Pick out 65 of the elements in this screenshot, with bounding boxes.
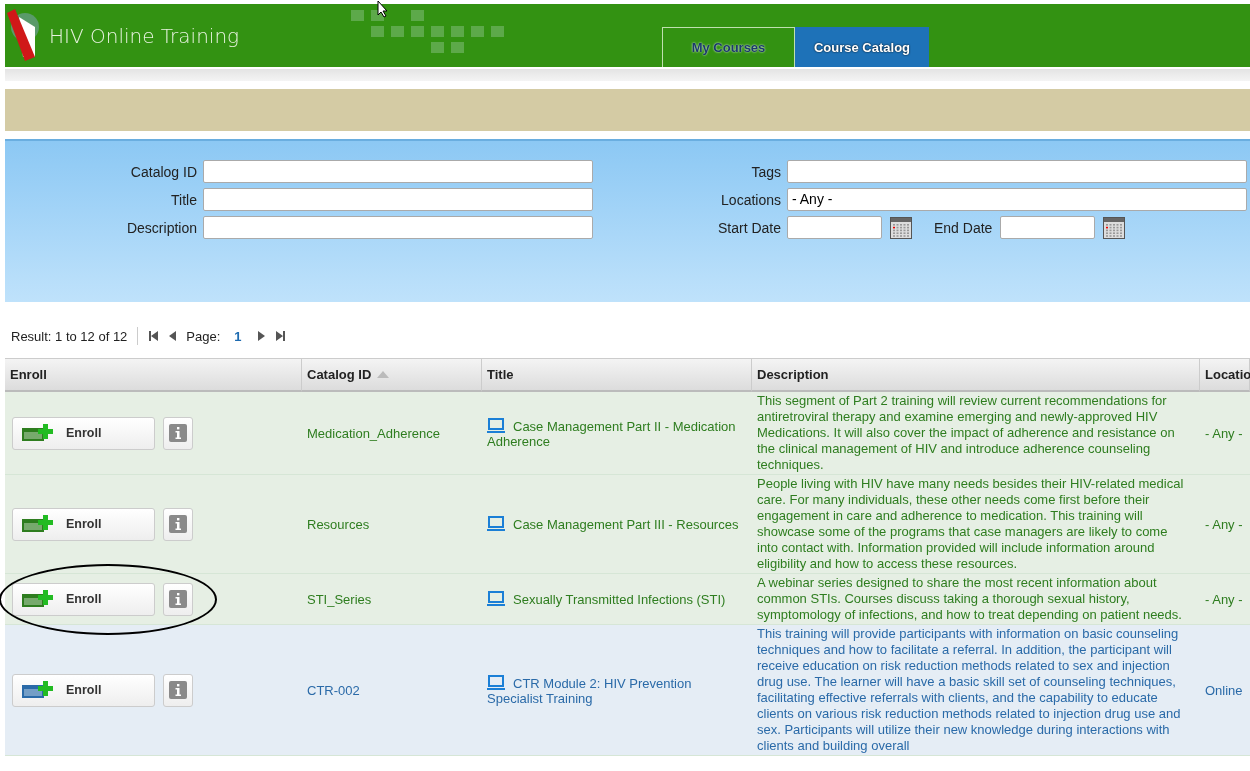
info-button[interactable] xyxy=(163,416,193,450)
field-label: Start Date xyxy=(716,219,781,236)
location: - Any - xyxy=(1205,516,1243,532)
course-description: This segment of Part 2 training will review current recommendations for antiretroviral therapy and examine emerging and newly-approved HIV Medications. It will also cover the impact of adherence and resistance on the clinical management of HIV and introduce adherence counseling techniques. xyxy=(757,393,1176,473)
catalog-id: Resources xyxy=(307,516,370,532)
date-field[interactable] xyxy=(1000,216,1096,239)
column-label: Locatio xyxy=(1205,367,1250,382)
add-window-icon xyxy=(21,515,54,533)
text-field[interactable] xyxy=(203,188,593,211)
catalog-id: CTR-002 xyxy=(307,682,360,698)
info-button[interactable] xyxy=(163,507,193,541)
nav-tab[interactable]: Course Catalog xyxy=(795,27,929,67)
column-label: Enroll xyxy=(10,367,47,382)
calendar-icon[interactable] xyxy=(1103,216,1126,239)
laptop-icon xyxy=(487,516,505,532)
calendar-icon[interactable] xyxy=(890,216,912,239)
enroll-button[interactable]: Enroll xyxy=(12,673,155,707)
text-field[interactable] xyxy=(203,160,593,183)
previous-page-icon[interactable] xyxy=(167,331,179,341)
field-label: Title xyxy=(170,191,197,208)
info-icon xyxy=(169,590,187,608)
page-number[interactable]: 1 xyxy=(234,328,242,344)
site-title: HIV Online Training xyxy=(49,23,240,48)
enroll-button[interactable]: Enroll xyxy=(12,507,155,541)
laptop-icon xyxy=(487,591,505,607)
cursor-icon xyxy=(377,0,389,18)
course-description: A webinar series designed to share the most recent information about common STIs. Courses discuss taking a thorough sexual history, symptomology of infections, and how to treat depending on patient needs. xyxy=(757,575,1183,623)
text-field[interactable] xyxy=(787,160,1247,183)
first-page-icon[interactable] xyxy=(148,331,160,341)
catalog-id: Medication_Adherence xyxy=(307,425,440,441)
locations-select[interactable]: - Any - xyxy=(787,188,1247,211)
column-label: Title xyxy=(487,367,514,382)
result-count: Result: 1 to 12 of 12 xyxy=(11,328,128,344)
info-button[interactable] xyxy=(163,673,193,707)
location: Online xyxy=(1205,682,1243,698)
enroll-button[interactable]: Enroll xyxy=(12,416,155,450)
text-field[interactable] xyxy=(203,216,593,239)
laptop-icon xyxy=(487,417,505,434)
page-label: Page: xyxy=(186,328,221,344)
laptop-icon xyxy=(487,674,505,691)
course-description: People living with HIV have many needs besides their HIV-related medical care. For many individuals, these other needs come first before their engagement in care and adherence to medication. This training will showcase some of the programs that case managers are likely to come into contact with. Information provided will include information around eligibility and how to access these resources. xyxy=(757,476,1185,572)
field-label: Catalog ID xyxy=(129,163,197,180)
info-icon xyxy=(169,681,187,699)
field-label: Locations xyxy=(720,191,781,208)
field-label: End Date xyxy=(934,219,993,236)
field-label: Tags xyxy=(750,163,781,180)
next-page-icon[interactable] xyxy=(255,331,267,341)
info-icon xyxy=(169,515,187,533)
enroll-button[interactable]: Enroll xyxy=(12,582,155,616)
column-label: Catalog ID xyxy=(307,367,372,382)
info-button[interactable] xyxy=(163,582,193,616)
add-window-icon xyxy=(21,424,54,442)
column-label: Description xyxy=(757,367,829,382)
last-page-icon[interactable] xyxy=(274,331,286,341)
catalog-id: STI_Series xyxy=(307,591,372,607)
info-icon xyxy=(169,424,187,442)
location: - Any - xyxy=(1205,425,1243,441)
course-description: This training will provide participants with information on basic counseling techniques and how to facilitate a referral. In addition, the participant will receive education on risk reduction methods related to sex and injection drug use. The learner will have a basic skill set of counseling techniques, facilitating effective referrals with clients, and the capability to educate clients on various risk reduction methods related to injection drug use and sex. Participants will utilize their new knowledge during interactions with clients and building overall xyxy=(757,626,1182,754)
date-field[interactable] xyxy=(787,216,882,239)
field-label: Description xyxy=(125,219,197,236)
course-title-link[interactable]: Case Management Part III - Resources xyxy=(487,516,739,532)
add-window-icon xyxy=(21,590,54,608)
location: - Any - xyxy=(1205,591,1243,607)
add-window-icon xyxy=(21,681,54,699)
nav-tab[interactable]: My Courses xyxy=(662,27,795,67)
